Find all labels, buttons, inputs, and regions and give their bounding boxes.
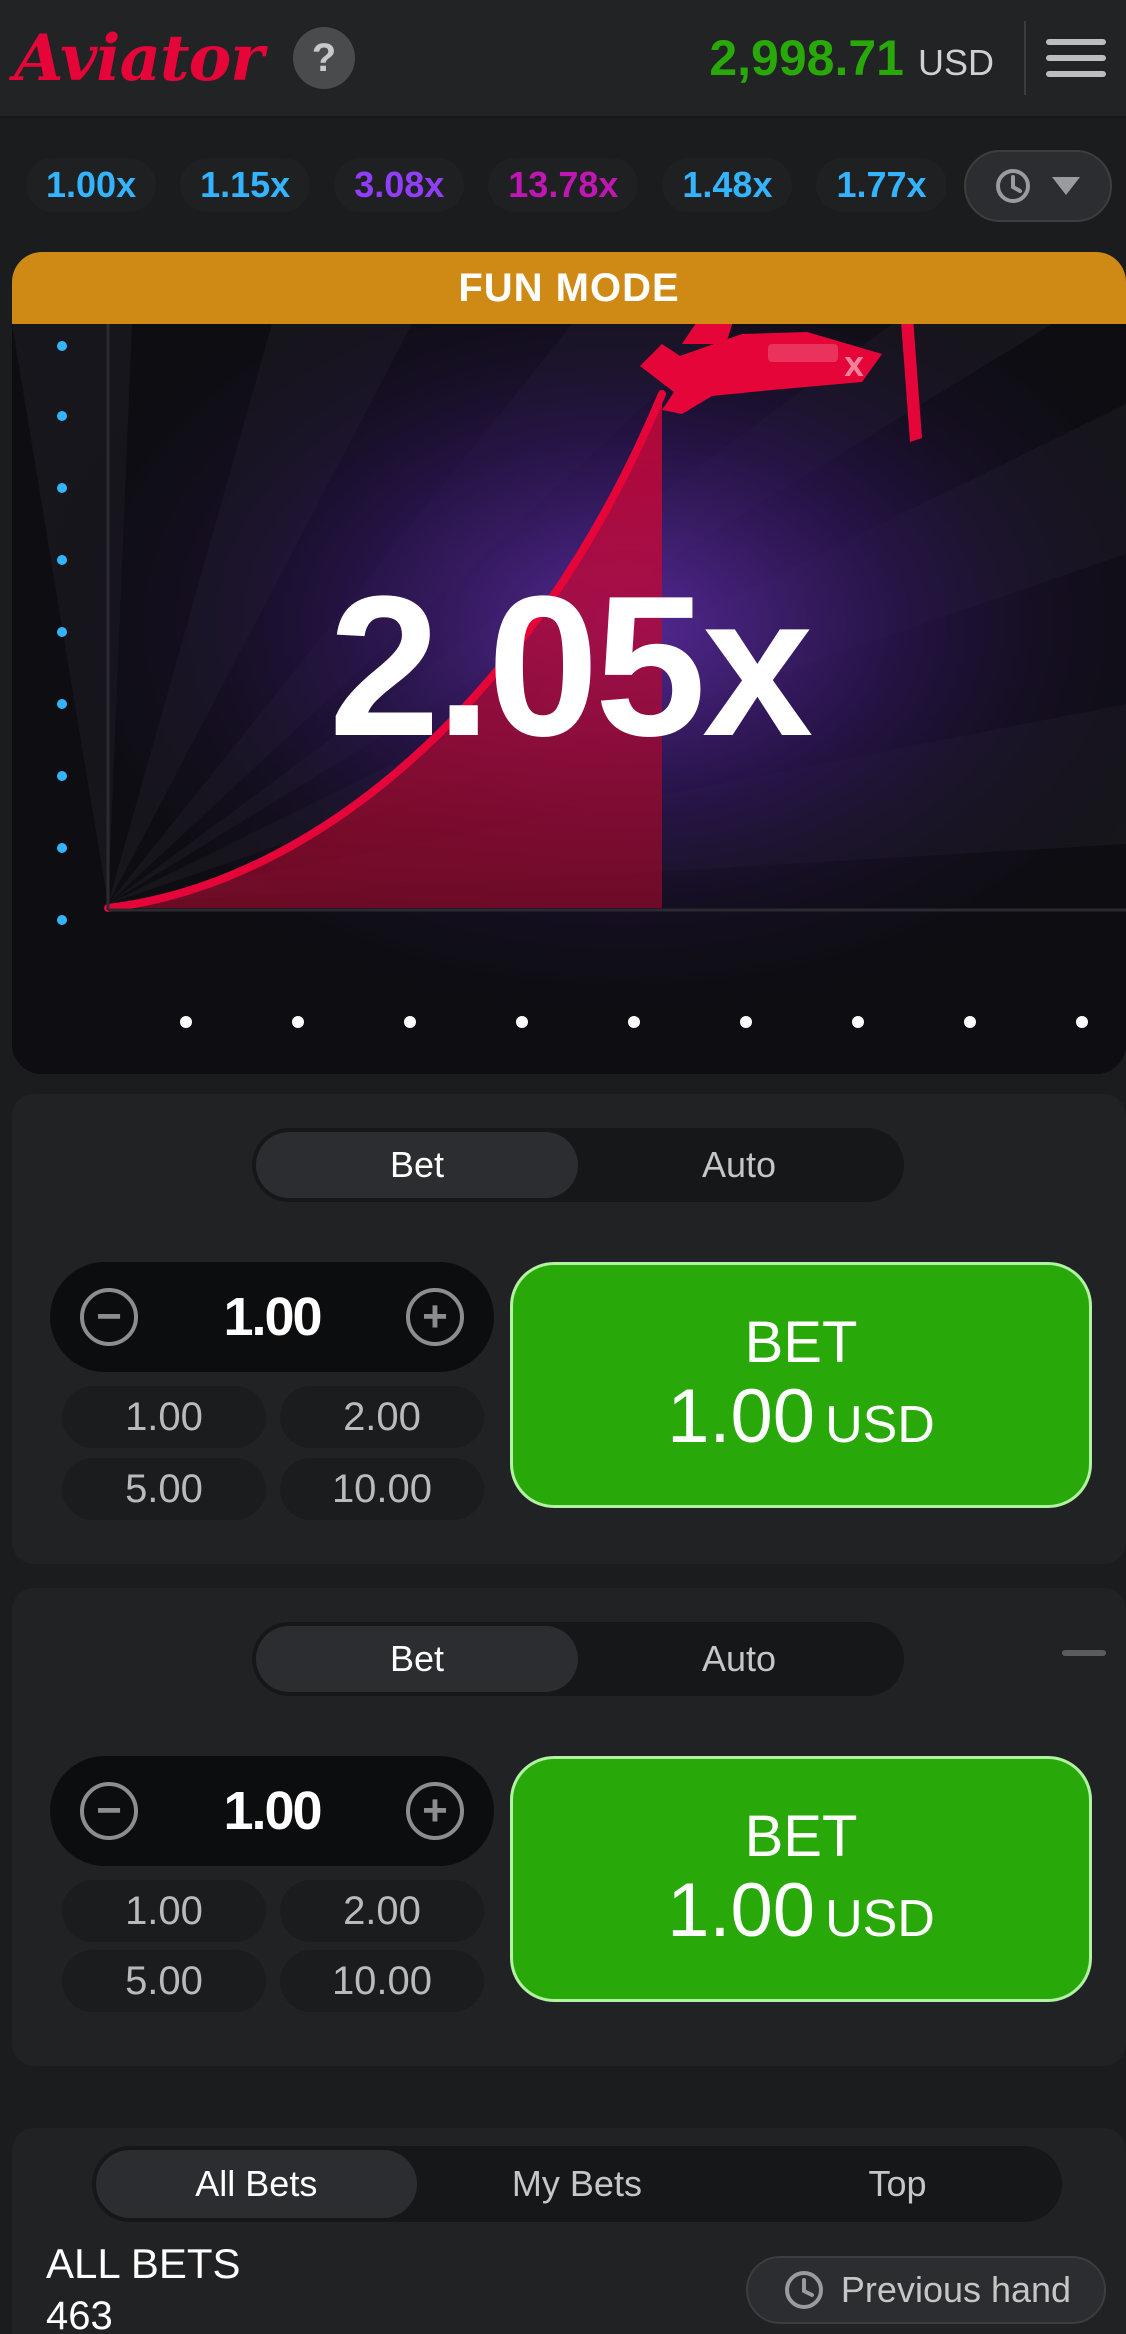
history-toggle-button[interactable] — [964, 150, 1112, 222]
quick-amount-button[interactable]: 1.00 — [62, 1880, 266, 1942]
tab-all-bets[interactable]: All Bets — [96, 2150, 417, 2218]
bet-button-label: BET — [744, 1804, 858, 1870]
plus-icon[interactable]: + — [405, 1782, 464, 1840]
fun-mode-banner: FUN MODE — [12, 252, 1126, 324]
history-multiplier-chip[interactable]: 1.77x — [816, 158, 946, 212]
bets-tabs: All Bets My Bets Top — [92, 2146, 1062, 2222]
app-logo: Aviator — [14, 20, 264, 96]
game-canvas: FUN MODE X 2.05x — [12, 252, 1126, 1074]
stake-stepper: − 1.00 + — [50, 1756, 494, 1866]
history-list: 1.00x 1.15x 3.08x 13.78x 1.48x 1.77x — [26, 158, 946, 212]
plus-icon[interactable]: + — [405, 1288, 464, 1346]
tab-my-bets[interactable]: My Bets — [417, 2150, 738, 2218]
svg-text:X: X — [844, 353, 864, 383]
hamburger-menu-icon[interactable] — [1026, 0, 1126, 117]
clock-history-icon — [996, 169, 1030, 203]
bet-button[interactable]: BET 1.00 USD — [510, 1262, 1092, 1508]
minus-icon[interactable]: − — [80, 1782, 138, 1840]
bet-button-amount: 1.00 USD — [667, 1374, 935, 1460]
stake-value[interactable]: 1.00 — [223, 1286, 322, 1348]
multiplier-history: 1.00x 1.15x 3.08x 13.78x 1.48x 1.77x — [0, 120, 1126, 250]
previous-hand-label: Previous hand — [840, 2269, 1072, 2310]
bet-button-label: BET — [744, 1310, 858, 1376]
history-multiplier-chip[interactable]: 13.78x — [488, 158, 639, 212]
bet-button[interactable]: BET 1.00 USD — [510, 1756, 1092, 2002]
all-bets-title: ALL BETS — [46, 2240, 241, 2287]
history-multiplier-chip[interactable]: 1.48x — [662, 158, 793, 212]
bet-panel-2: Bet Auto − 1.00 + 1.00 2.00 5.00 10.00 B… — [12, 1588, 1126, 2066]
tab-bet[interactable]: Bet — [256, 1132, 578, 1198]
quick-amount-button[interactable]: 10.00 — [280, 1950, 484, 2012]
quick-amount-button[interactable]: 5.00 — [62, 1458, 266, 1520]
quick-amount-button[interactable]: 2.00 — [280, 1880, 484, 1942]
quick-amount-button[interactable]: 5.00 — [62, 1950, 266, 2012]
bet-mode-tabs: Bet Auto — [252, 1622, 904, 1696]
quick-amount-button[interactable]: 10.00 — [280, 1458, 484, 1520]
stake-value[interactable]: 1.00 — [223, 1780, 322, 1842]
tab-auto[interactable]: Auto — [578, 1626, 900, 1692]
stake-stepper: − 1.00 + — [50, 1262, 494, 1372]
top-bar: Aviator ? 2,998.71 USD — [0, 0, 1126, 118]
bet-mode-tabs: Bet Auto — [252, 1128, 904, 1202]
help-button[interactable]: ? — [293, 27, 355, 89]
history-multiplier-chip[interactable]: 1.00x — [26, 158, 157, 212]
tab-auto[interactable]: Auto — [578, 1132, 900, 1198]
quick-amount-button[interactable]: 2.00 — [280, 1386, 484, 1448]
chevron-down-icon — [1052, 177, 1080, 195]
tab-bet[interactable]: Bet — [256, 1626, 578, 1692]
history-multiplier-chip[interactable]: 3.08x — [334, 158, 465, 212]
quick-amount-button[interactable]: 1.00 — [62, 1386, 266, 1448]
clock-history-icon — [784, 2271, 823, 2309]
remove-panel-button[interactable] — [1062, 1650, 1106, 1656]
balance-currency: USD — [917, 42, 994, 83]
balance-display: 2,998.71 USD — [709, 29, 994, 87]
bet-panel-1: Bet Auto − 1.00 + 1.00 2.00 5.00 10.00 B… — [12, 1094, 1126, 1564]
current-multiplier: 2.05x — [328, 555, 814, 778]
history-multiplier-chip[interactable]: 1.15x — [180, 158, 311, 212]
balance-amount: 2,998.71 — [709, 30, 904, 86]
bets-section: All Bets My Bets Top ALL BETS 463 Previo… — [12, 2128, 1126, 2334]
bet-button-amount: 1.00 USD — [667, 1868, 935, 1954]
previous-hand-button[interactable]: Previous hand — [746, 2256, 1106, 2324]
tab-top[interactable]: Top — [737, 2150, 1058, 2218]
minus-icon[interactable]: − — [80, 1288, 138, 1346]
all-bets-count: 463 — [46, 2294, 113, 2334]
